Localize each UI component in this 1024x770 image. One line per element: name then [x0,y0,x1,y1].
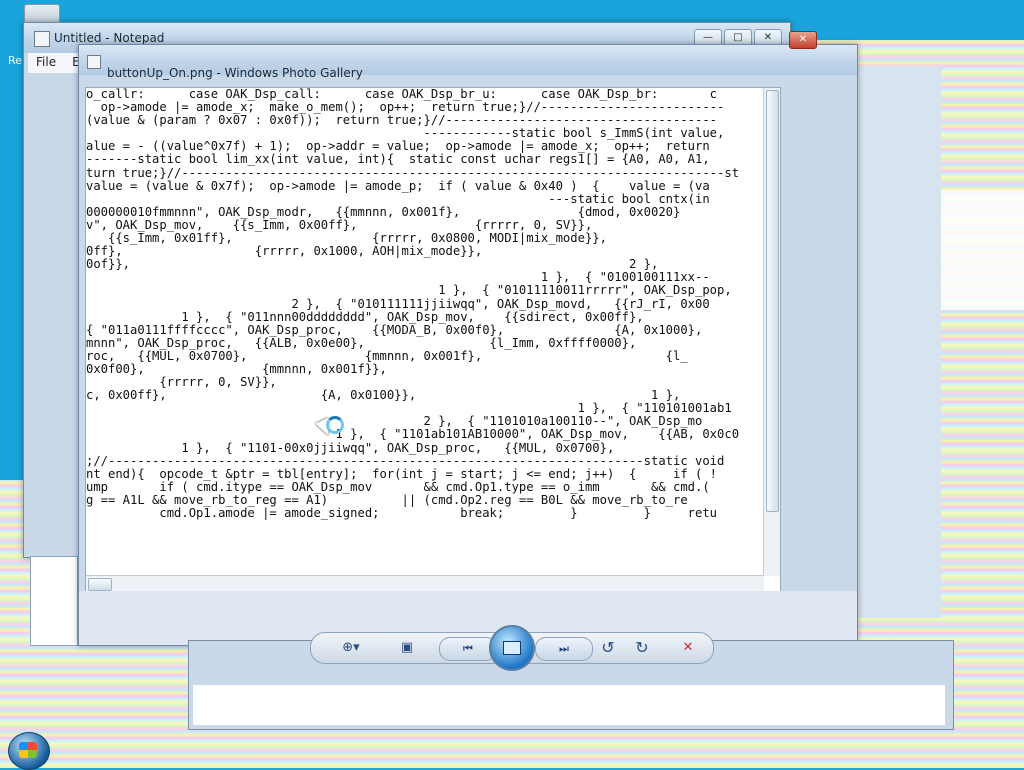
code-line: 1 }, { "1101-00x0jjiiwqq", OAK_Dsp_proc,… [86,440,615,455]
code-line: roc, {{MUL, 0x0700}, {mmnnn, 0x001f}, {l… [86,348,688,363]
image-viewer[interactable]: o_callr: case OAK_Dsp_call: case OAK_Dsp… [85,87,781,593]
code-line: cmd.Op1.amode |= amode_signed; break; } … [86,506,718,520]
vertical-scroll-thumb[interactable] [766,90,779,512]
code-line: 1 }, { "01011110011rrrrr", OAK_Dsp_pop, [86,283,732,298]
code-line: value = (value & 0x7f); op->amode |= amo… [86,178,710,193]
zoom-icon[interactable]: ⊕▾ [333,639,369,657]
code-line: 1 }, { "1101ab101AB10000", OAK_Dsp_mov, … [86,427,740,442]
code-line: -------static bool lim_xx(int value, int… [86,152,710,167]
code-line: nt end){ opcode_t &ptr = tbl[entry]; for… [86,466,718,481]
code-line: { "011a0111ffffcccc", OAK_Dsp_proc, {{MO… [86,322,703,337]
code-line: ump if ( cmd.itype == OAK_Dsp_mov && cmd… [86,479,710,494]
gallery-close-button[interactable]: ✕ [789,31,817,49]
notepad-title: Untitled - Notepad [54,31,165,45]
next-button[interactable]: ⏭ [535,637,593,661]
code-line: 2 }, { "010111111jjiiwqq", OAK_Dsp_movd,… [86,296,710,311]
code-line: ---static bool cntx(in [86,191,710,206]
busy-indicator-icon [326,416,344,434]
background-window-body [848,66,941,618]
menu-file[interactable]: File [28,53,64,71]
windows-logo-icon [19,742,37,758]
actual-size-icon[interactable]: ▣ [395,639,419,657]
rotate-clockwise-icon[interactable]: ↻ [631,639,653,657]
horizontal-scroll-thumb[interactable] [88,578,112,591]
code-line: ;//-------------------------------------… [86,453,725,468]
image-content-text: o_callr: case OAK_Dsp_call: case OAK_Dsp… [86,88,739,520]
rotate-counterclockwise-icon[interactable]: ↺ [597,639,619,657]
background-window-edge [30,556,78,646]
photo-gallery-app-icon [87,55,101,69]
delete-icon[interactable]: ✕ [677,639,699,657]
code-line: 1 }, { "011nnn00dddddddd", OAK_Dsp_mov, … [86,309,644,324]
code-line: mnnn", OAK_Dsp_proc, {{ALB, 0x0e00}, {l_… [86,335,637,350]
recycle-bin-label[interactable]: Re [8,54,22,67]
notepad-app-icon [34,31,50,47]
vertical-scrollbar[interactable] [763,88,780,576]
gallery-toolbar: ⊕▾ ▣ ⏮ ⏭ ↺ ↻ ✕ [310,625,714,671]
horizontal-scrollbar[interactable] [86,575,764,592]
background-window-content [193,685,945,725]
code-line: turn true;}//---------------------------… [86,165,740,180]
slideshow-button[interactable] [489,625,535,671]
gallery-title: buttonUp_On.png - Windows Photo Gallery [107,66,363,80]
code-line: 000000010fmmnnn", OAK_Dsp_modr, {{mmnnn,… [86,204,681,219]
start-button[interactable] [8,732,50,770]
slideshow-icon [503,641,521,655]
gallery-titlebar[interactable]: buttonUp_On.png - Windows Photo Gallery … [79,31,857,80]
photo-gallery-window[interactable]: buttonUp_On.png - Windows Photo Gallery … [78,31,858,646]
